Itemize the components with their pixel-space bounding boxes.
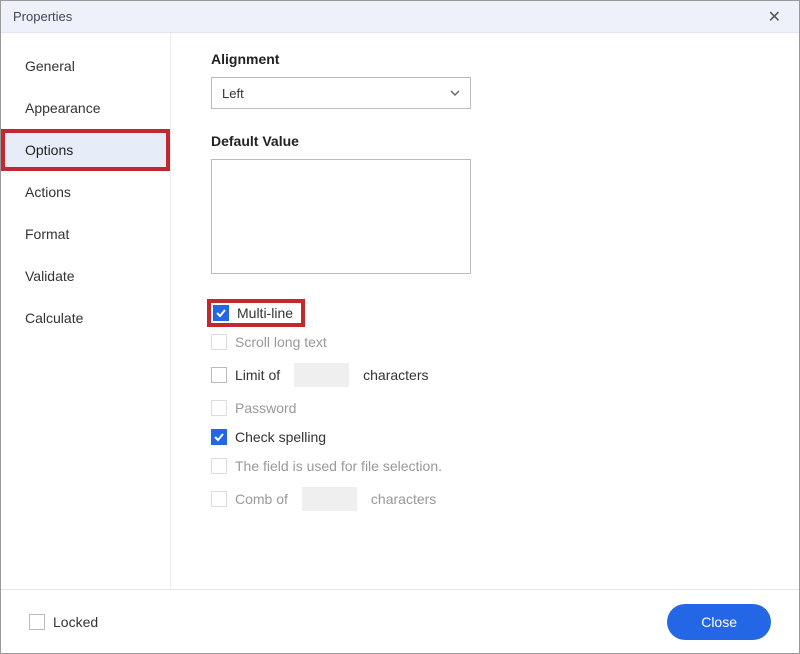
comb-input [302, 487, 357, 511]
default-value-input[interactable] [211, 159, 471, 274]
comb-prefix-label: Comb of [235, 491, 288, 507]
window-title: Properties [13, 9, 72, 24]
password-checkbox [211, 400, 227, 416]
sidebar: General Appearance Options Actions Forma… [1, 33, 171, 589]
multi-line-checkbox[interactable] [213, 305, 229, 321]
sidebar-item-format[interactable]: Format [1, 213, 170, 255]
titlebar: Properties ✕ [1, 1, 799, 33]
file-selection-label: The field is used for file selection. [235, 458, 442, 474]
close-button[interactable]: Close [667, 604, 771, 640]
multi-line-label: Multi-line [237, 305, 293, 321]
options-panel: Alignment Left Default Value Multi-line [171, 33, 799, 589]
sidebar-item-options[interactable]: Options [1, 129, 170, 171]
dialog-footer: Locked Close [1, 589, 799, 653]
alignment-select[interactable]: Left [211, 77, 471, 109]
limit-checkbox[interactable] [211, 367, 227, 383]
limit-prefix-label: Limit of [235, 367, 280, 383]
limit-input[interactable] [294, 363, 349, 387]
locked-row: Locked [29, 614, 98, 630]
sidebar-item-actions[interactable]: Actions [1, 171, 170, 213]
comb-checkbox [211, 491, 227, 507]
properties-dialog: Properties ✕ General Appearance Options … [0, 0, 800, 654]
dialog-body: General Appearance Options Actions Forma… [1, 33, 799, 589]
default-value-label: Default Value [211, 133, 775, 149]
file-selection-row: The field is used for file selection. [211, 458, 775, 474]
comb-suffix-label: characters [371, 491, 436, 507]
locked-checkbox[interactable] [29, 614, 45, 630]
file-selection-checkbox [211, 458, 227, 474]
check-icon [213, 431, 225, 443]
comb-row: Comb of characters [211, 487, 775, 511]
limit-row: Limit of characters [211, 363, 775, 387]
multi-line-row: Multi-line [211, 303, 301, 323]
sidebar-item-validate[interactable]: Validate [1, 255, 170, 297]
alignment-value: Left [222, 86, 244, 101]
sidebar-item-calculate[interactable]: Calculate [1, 297, 170, 339]
check-spelling-checkbox[interactable] [211, 429, 227, 445]
scroll-long-text-row: Scroll long text [211, 334, 775, 350]
limit-suffix-label: characters [363, 367, 428, 383]
password-label: Password [235, 400, 296, 416]
sidebar-item-general[interactable]: General [1, 45, 170, 87]
check-icon [215, 307, 227, 319]
check-spelling-label: Check spelling [235, 429, 326, 445]
scroll-long-text-label: Scroll long text [235, 334, 327, 350]
sidebar-item-appearance[interactable]: Appearance [1, 87, 170, 129]
close-icon[interactable]: ✕ [760, 3, 789, 31]
scroll-long-text-checkbox [211, 334, 227, 350]
alignment-label: Alignment [211, 51, 775, 67]
check-spelling-row: Check spelling [211, 429, 775, 445]
locked-label: Locked [53, 614, 98, 630]
password-row: Password [211, 400, 775, 416]
chevron-down-icon [450, 88, 460, 98]
